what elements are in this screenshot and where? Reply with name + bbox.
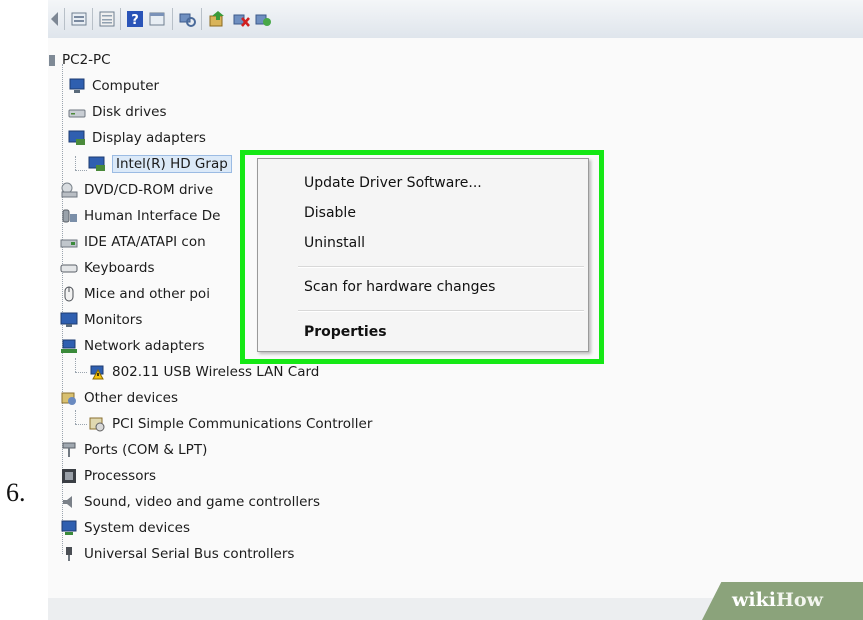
console-icon[interactable] (148, 10, 166, 28)
tree-item-label: System devices (84, 520, 191, 536)
svg-text:?: ? (131, 13, 139, 28)
tree-item-ide-controllers[interactable]: IDE ATA/ATAPI con (60, 230, 206, 254)
disk-drive-icon (68, 109, 86, 118)
tree-item-label: Human Interface De (84, 208, 221, 224)
processor-icon (62, 469, 76, 483)
port-icon (62, 442, 76, 457)
tree-item-sound-controllers[interactable]: Sound, video and game controllers (60, 490, 320, 514)
tree-item-disk-drives[interactable]: Disk drives (68, 100, 167, 124)
tree-item-keyboards[interactable]: Keyboards (60, 256, 155, 280)
tree-item-ports[interactable]: Ports (COM & LPT) (60, 438, 207, 462)
scan-icon[interactable] (178, 10, 196, 28)
tree-guide-line (75, 358, 77, 372)
tree-item-label: Universal Serial Bus controllers (84, 546, 295, 562)
update-driver-icon[interactable] (208, 10, 226, 28)
toolbar: ? (48, 0, 863, 39)
monitor-icon (60, 312, 78, 327)
watermark-part2: How (775, 589, 823, 611)
menu-separator (298, 310, 584, 312)
tree-item-monitors[interactable]: Monitors (60, 308, 142, 332)
unknown-device-icon (89, 417, 105, 432)
tree-item-label: Processors (84, 468, 157, 484)
tree-guide-line (75, 170, 87, 172)
menu-separator (298, 266, 584, 268)
ide-controller-icon (60, 239, 78, 248)
tree-item-label: Keyboards (84, 260, 155, 276)
hid-icon (62, 209, 77, 223)
tree-item-label: Computer (92, 78, 160, 94)
tree-guide-line (75, 424, 87, 426)
menu-item-scan-hardware[interactable]: Scan for hardware changes (304, 279, 495, 295)
menu-item-uninstall[interactable]: Uninstall (304, 235, 365, 251)
enable-icon[interactable] (254, 10, 272, 28)
tree-guide-line (75, 410, 77, 424)
properties-icon[interactable] (70, 10, 88, 28)
tree-root[interactable]: PC2-PC (48, 48, 111, 72)
tree-item-usb-controllers[interactable]: Universal Serial Bus controllers (60, 542, 294, 566)
speaker-icon (63, 496, 72, 508)
tree-item-label: 802.11 USB Wireless LAN Card (112, 364, 320, 380)
display-adapter-icon (88, 156, 105, 171)
back-arrow-icon[interactable] (50, 10, 60, 28)
watermark-part1: wiki (732, 589, 776, 611)
toolbar-separator (64, 8, 65, 30)
tree-item-system-devices[interactable]: System devices (60, 516, 190, 540)
tree-item-display-adapters[interactable]: Display adapters (68, 126, 206, 150)
keyboard-icon (60, 264, 78, 273)
tree-item-label: PCI Simple Communications Controller (112, 416, 373, 432)
tree-item-label: Other devices (84, 390, 178, 406)
network-adapter-icon (61, 339, 77, 353)
tree-item-label: Sound, video and game controllers (84, 494, 320, 510)
warning-network-icon (90, 365, 104, 380)
tree-item-pci-controller[interactable]: PCI Simple Communications Controller (88, 412, 372, 436)
uninstall-icon[interactable] (232, 10, 250, 28)
menu-item-update-driver[interactable]: Update Driver Software... (304, 175, 482, 191)
tree-item-label: Disk drives (92, 104, 167, 120)
tree-guide-line (75, 156, 77, 170)
tree-item-dvd-drives[interactable]: DVD/CD-ROM drive (60, 178, 213, 202)
dvd-drive-icon (61, 182, 78, 198)
system-devices-icon (61, 520, 77, 535)
help-icon[interactable]: ? (126, 10, 144, 28)
toolbar-separator (172, 8, 173, 30)
computer-icon (69, 78, 85, 93)
tree-root-label: PC2-PC (62, 52, 111, 68)
tree-item-label: Monitors (84, 312, 143, 328)
watermark-logo: wikiHow (732, 589, 823, 611)
tree-item-label: Network adapters (84, 338, 205, 354)
tree-item-other-devices[interactable]: Other devices (60, 386, 178, 410)
usb-icon (66, 547, 72, 561)
tree-item-label: DVD/CD-ROM drive (84, 182, 214, 198)
tree-item-mice[interactable]: Mice and other poi (60, 282, 210, 306)
tree-item-network-adapters[interactable]: Network adapters (60, 334, 205, 358)
tree-item-label: Display adapters (92, 130, 206, 146)
context-menu: Update Driver Software... Disable Uninst… (257, 158, 589, 352)
tree-item-label: Ports (COM & LPT) (84, 442, 208, 458)
toolbar-separator (120, 8, 121, 30)
menu-item-properties[interactable]: Properties (304, 324, 387, 340)
menu-item-disable[interactable]: Disable (304, 205, 356, 221)
tree-item-computer[interactable]: Computer (68, 74, 159, 98)
toolbar-separator (92, 8, 93, 30)
tree-item-intel-hd-graphics[interactable]: Intel(R) HD Grap (88, 152, 232, 176)
step-number: 6. (6, 478, 26, 507)
tree-item-label: Intel(R) HD Grap (112, 155, 232, 173)
computer-root-icon (49, 55, 55, 66)
toolbar-separator (201, 8, 202, 30)
tree-item-label: Mice and other poi (84, 286, 210, 302)
tree-item-label: IDE ATA/ATAPI con (84, 234, 206, 250)
display-adapter-icon (68, 130, 85, 145)
tree-guide-line (75, 372, 87, 374)
mouse-icon (64, 286, 74, 302)
tree-item-human-interface-devices[interactable]: Human Interface De (60, 204, 220, 228)
tree-item-processors[interactable]: Processors (60, 464, 156, 488)
view-icon[interactable] (98, 10, 116, 28)
other-devices-icon (61, 392, 76, 405)
